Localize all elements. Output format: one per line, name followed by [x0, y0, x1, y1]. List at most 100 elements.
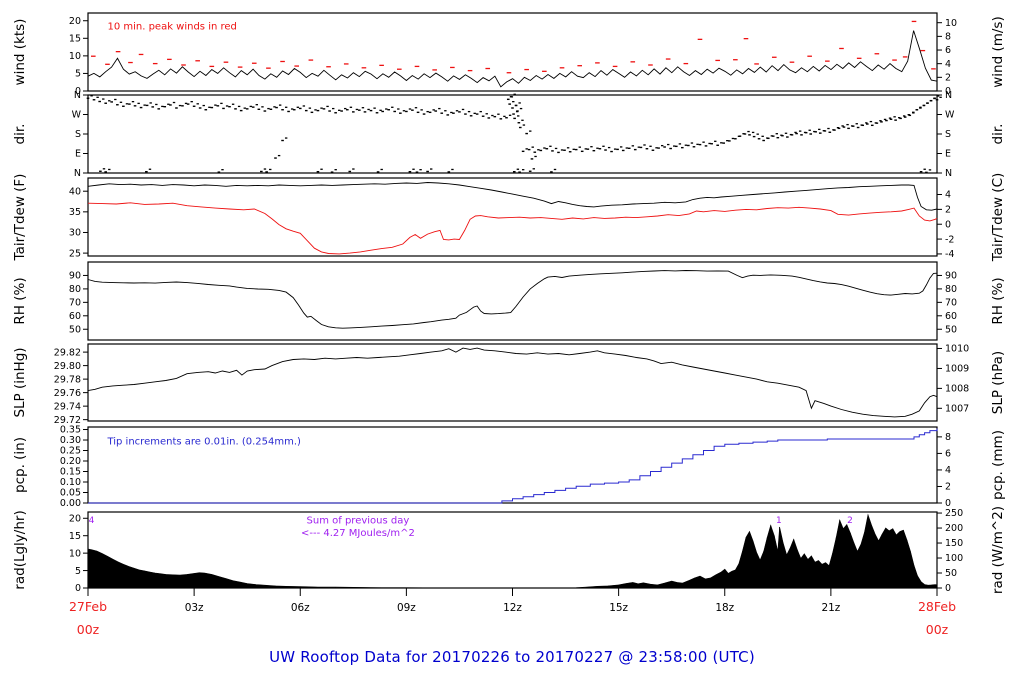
time-axis: 03z 06z 09z 12z 15z 18z 21z 27Feb 00z 28Feb 00z [69, 588, 956, 637]
axis-label-right-slp: SLP (hPa) [990, 351, 1006, 414]
axis-label-right-pcp: pcp. (mm) [990, 430, 1006, 500]
svg-text:2: 2 [945, 205, 951, 216]
end-date-label: 28Feb [918, 599, 956, 614]
svg-text:100: 100 [945, 553, 963, 564]
axis-label-left-dir: dir. [12, 124, 28, 145]
svg-text:0.15: 0.15 [60, 467, 81, 478]
svg-text:N: N [74, 168, 81, 179]
x-tick-label: 15z [609, 602, 628, 614]
svg-text:N: N [945, 168, 952, 179]
annotation: 2 [847, 516, 853, 526]
svg-text:150: 150 [945, 538, 963, 549]
svg-text:60: 60 [945, 311, 957, 322]
svg-text:70: 70 [945, 298, 957, 309]
x-tick-label: 09z [397, 602, 416, 614]
axis-label-left-pcp: pcp. (in) [12, 437, 28, 493]
svg-text:29.80: 29.80 [54, 361, 81, 372]
svg-text:1008: 1008 [945, 384, 969, 395]
axis-label-right-dir: dir. [990, 124, 1006, 145]
svg-text:0.20: 0.20 [60, 456, 81, 467]
svg-text:200: 200 [945, 523, 963, 534]
svg-text:4: 4 [945, 59, 951, 70]
svg-text:70: 70 [69, 298, 81, 309]
axis-label-right-wind: wind (m/s) [990, 16, 1006, 87]
svg-text:0: 0 [75, 583, 81, 594]
svg-text:40: 40 [69, 186, 81, 197]
svg-text:2: 2 [945, 482, 951, 493]
svg-text:90: 90 [945, 271, 957, 282]
svg-text:50: 50 [69, 324, 81, 335]
axis-label-left-temp: Tair/Tdew (F) [12, 174, 28, 262]
svg-text:25: 25 [69, 248, 81, 259]
svg-text:0: 0 [945, 219, 951, 230]
svg-text:1009: 1009 [945, 364, 969, 375]
svg-text:20: 20 [69, 16, 81, 27]
uw-rooftop-weather-page: 0 5 10 15 20 0 2 4 6 8 10 wind (kts) wind (m/s) 10 mi… [0, 0, 1024, 700]
axis-label-left-slp: SLP (inHg) [12, 347, 28, 417]
svg-text:6: 6 [945, 449, 951, 460]
annotation: Sum of previous day [307, 516, 410, 527]
panel-dir: NWSENNWSENdir. dir. [12, 90, 1006, 179]
svg-text:50: 50 [945, 568, 957, 579]
svg-text:-2: -2 [945, 234, 954, 245]
svg-text:80: 80 [945, 284, 957, 295]
svg-text:15: 15 [69, 33, 81, 44]
svg-text:5: 5 [75, 566, 81, 577]
panel-slp: 29.7229.7429.7629.7829.8029.821007100810… [12, 343, 1006, 426]
annotation: Tip increments are 0.01in. (0.254mm.) [106, 437, 301, 448]
panel-rh: 50 60 70 80 90 50 60 70 80 90 RH (%) RH (%) [12, 261, 1006, 341]
svg-text:60: 60 [69, 311, 81, 322]
start-time-label: 00z [77, 622, 100, 637]
svg-text:4: 4 [945, 465, 951, 476]
axis-label-right-rh: RH (%) [990, 277, 1006, 324]
svg-text:E: E [75, 149, 81, 160]
svg-text:29.78: 29.78 [54, 374, 81, 385]
panel-pcp: 0.000.050.100.150.200.250.300.3502468pcp… [12, 425, 1006, 509]
svg-text:S: S [75, 129, 81, 140]
x-tick-label: 18z [715, 602, 734, 614]
x-tick-label: 12z [503, 602, 522, 614]
start-date-label: 27Feb [69, 599, 107, 614]
svg-text:90: 90 [69, 271, 81, 282]
svg-text:W: W [945, 110, 955, 121]
panel-temp: 25 30 35 40 -4 -2 0 2 4 Tair/Tdew (F) Tair/Tdew (C… [12, 173, 1006, 263]
annotation: 1 [776, 516, 782, 526]
axis-label-right-rad: rad (W/m^2) [990, 506, 1006, 594]
svg-text:W: W [72, 110, 82, 121]
annotation: <--- 4.27 MJoules/m^2 [301, 528, 415, 539]
svg-text:0.05: 0.05 [60, 488, 81, 499]
svg-text:20: 20 [69, 513, 81, 524]
annotation: 4 [89, 516, 95, 526]
svg-text:250: 250 [945, 508, 963, 519]
panel-rad: 05101520050100150200250rad(Lgly/hr) rad (… [12, 506, 1006, 594]
svg-text:10: 10 [69, 51, 81, 62]
svg-text:50: 50 [945, 324, 957, 335]
svg-text:30: 30 [69, 228, 81, 239]
svg-text:29.82: 29.82 [54, 347, 81, 358]
x-tick-label: 03z [185, 602, 204, 614]
svg-text:0: 0 [945, 583, 951, 594]
svg-text:S: S [945, 129, 951, 140]
svg-text:1007: 1007 [945, 404, 969, 415]
svg-text:29.76: 29.76 [54, 388, 81, 399]
svg-text:35: 35 [69, 207, 81, 218]
svg-text:8: 8 [945, 32, 951, 43]
x-tick-label: 06z [291, 602, 310, 614]
svg-text:4: 4 [945, 190, 951, 201]
svg-text:-4: -4 [945, 249, 954, 260]
svg-text:5: 5 [75, 69, 81, 80]
axis-label-left-rad: rad(Lgly/hr) [12, 510, 28, 589]
axis-label-left-wind: wind (kts) [12, 19, 28, 86]
weather-multipanel-chart: 051015200246810wind (kts) wind (m/s)10 mi… [12, 12, 1006, 637]
svg-text:80: 80 [69, 284, 81, 295]
svg-text:0.00: 0.00 [60, 498, 81, 509]
x-tick-label: 21z [821, 602, 840, 614]
svg-text:10: 10 [945, 18, 957, 29]
svg-text:6: 6 [945, 45, 951, 56]
svg-text:0.30: 0.30 [60, 435, 81, 446]
axis-label-right-temp: Tair/Tdew (C) [990, 173, 1006, 263]
svg-text:N: N [945, 90, 952, 101]
axis-label-left-rh: RH (%) [12, 277, 28, 324]
svg-text:8: 8 [945, 432, 951, 443]
svg-text:1010: 1010 [945, 344, 969, 355]
